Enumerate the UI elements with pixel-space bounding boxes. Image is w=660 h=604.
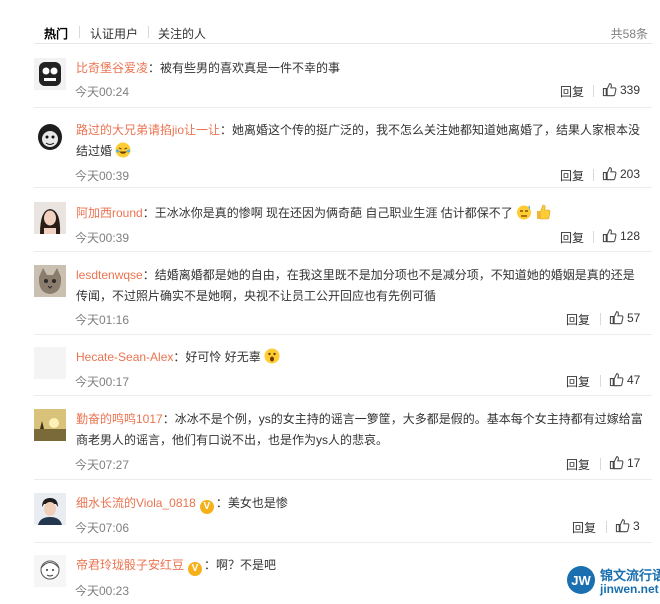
like-button[interactable]: 339 [602, 82, 640, 97]
comment-time: 今天00:24 [75, 85, 130, 99]
like-count: 128 [620, 229, 641, 243]
thumbs-up-icon [602, 83, 617, 97]
like-count: 57 [627, 311, 641, 325]
comment-text: 被有些男的喜欢真是一件不幸的事 [160, 61, 341, 75]
comment-item: 阿加西round：王冰冰你是真的惨啊 现在还因为俩奇葩 自己职业生涯 估计都保不… [34, 196, 652, 252]
comment-time: 今天07:27 [75, 458, 130, 472]
like-count: 3 [633, 519, 640, 533]
comment-text: 美女也是惨 [227, 496, 288, 510]
like-button[interactable]: 57 [609, 310, 640, 325]
like-count: 47 [627, 373, 641, 387]
thumbs-up-icon [602, 167, 617, 181]
comment-time: 今天00:39 [75, 231, 130, 245]
like-button[interactable]: 47 [609, 372, 640, 387]
cat-avatar[interactable] [34, 265, 66, 297]
comment-time: 今天00:23 [75, 584, 130, 598]
comment-username[interactable]: lesdtenwqse [76, 268, 143, 282]
reply-button[interactable]: 回复 [560, 229, 584, 246]
sketch-avatar[interactable] [34, 555, 66, 587]
reply-button[interactable]: 回复 [566, 311, 590, 328]
cartoon-avatar[interactable] [34, 58, 66, 90]
comment-item: 路过的大兄弟请掐jio让一让：她离婚这个传的挺广泛的，我不怎么关注她都知道她离婚… [34, 115, 652, 188]
comment-item: 勤奋的鸣鸣1017：冰冰不是个例，ys的女主持的谣言一箩筐，大多都是假的。基本每… [34, 403, 652, 480]
comment-text: 好可怜 好无辜 [185, 350, 261, 364]
comment-text: 传闻，不过照片确实不是她啊，央视不让员工公开回应也有先例可循 [76, 289, 437, 303]
blank-avatar[interactable] [34, 347, 66, 379]
tab-divider [148, 26, 149, 38]
comment-item: lesdtenwqse：结婚离婚都是她的自由，在我这里既不是加分项也不是减分项，… [34, 259, 652, 335]
tab-hot[interactable]: 热门 [44, 25, 68, 42]
reply-button[interactable]: 回复 [560, 83, 584, 100]
comment-username[interactable]: 路过的大兄弟请掐jio让一让 [76, 123, 220, 137]
watermark-url: jinwen.net [600, 582, 659, 596]
sweat-emoji [517, 205, 532, 220]
comment-text: 冰冰不是个例，ys的女主持的谣言一箩筐，大多都是假的。基本每个女主持都有过嫁给富 [174, 412, 643, 426]
site-watermark: JW 锦文流行语 jinwen.net [566, 558, 660, 604]
comment-username[interactable]: 细水长流的Viola_0818 [76, 496, 196, 510]
thumbs-up-emoji [537, 204, 551, 220]
thumbs-up-icon [609, 456, 624, 470]
comment-text: 啊？不是吧 [216, 558, 277, 572]
comment-username[interactable]: 勤奋的鸣鸣1017 [76, 412, 163, 426]
action-divider [593, 169, 594, 181]
tab-verified-users[interactable]: 认证用户 [90, 25, 138, 42]
man-avatar[interactable] [34, 493, 66, 525]
like-count: 339 [620, 83, 641, 97]
comment-tabs: 热门 认证用户 关注的人 共58条 [34, 0, 652, 44]
thumbs-up-icon [602, 229, 617, 243]
tab-following[interactable]: 关注的人 [158, 25, 206, 42]
like-button[interactable]: 128 [602, 228, 640, 243]
comment-time: 今天00:39 [75, 169, 130, 183]
comment-time: 今天01:16 [75, 313, 130, 327]
action-divider [600, 458, 601, 470]
comment-username[interactable]: Hecate-Sean-Alex [76, 350, 173, 364]
like-button[interactable]: 203 [602, 166, 640, 181]
reply-button[interactable]: 回复 [572, 519, 596, 536]
comment-text: 王冰冰你是真的惨啊 现在还因为俩奇葩 自己职业生涯 估计都保不了 [154, 206, 513, 220]
svg-text:JW: JW [571, 573, 591, 588]
comment-time: 今天07:06 [75, 521, 130, 535]
girl-avatar[interactable] [34, 202, 66, 234]
jinwen-logo: JW [567, 566, 595, 594]
comment-count: 共58条 [610, 27, 648, 41]
thumbs-up-icon [615, 519, 630, 533]
action-divider [593, 85, 594, 97]
comment-text: 结过婚 [76, 144, 113, 158]
comment-username[interactable]: 阿加西round [76, 206, 143, 220]
laugh-cry-emoji [115, 142, 131, 158]
meme-avatar[interactable] [34, 120, 66, 152]
like-count: 17 [627, 456, 641, 470]
comment-username[interactable]: 帝君玲珑骰子安红豆 [76, 558, 184, 572]
comment-item: 细水长流的Viola_0818 V ：美女也是惨 今天07:06 回复 3 [34, 487, 652, 543]
comment-text: 她离婚这个传的挺广泛的，我不怎么关注她都知道她离婚了，结果人家根本没 [232, 123, 641, 137]
comment-item: 帝君玲珑骰子安红豆 V ：啊？不是吧 今天00:23 [34, 549, 652, 604]
surprised-emoji [264, 348, 280, 364]
comment-text: 商老男人的谣言，他们有口说不出，也是作为ys人的悲哀。 [76, 433, 389, 447]
verified-icon: V [188, 562, 203, 576]
action-divider [606, 521, 607, 533]
comment-time: 今天00:17 [75, 375, 130, 389]
verified-icon: V [199, 500, 214, 514]
comment-username[interactable]: 比奇堡谷爱凌 [76, 61, 148, 75]
reply-button[interactable]: 回复 [566, 456, 590, 473]
reply-button[interactable]: 回复 [566, 373, 590, 390]
like-count: 203 [620, 167, 641, 181]
reply-button[interactable]: 回复 [560, 167, 584, 184]
sunset-avatar[interactable] [34, 409, 66, 441]
action-divider [600, 375, 601, 387]
comment-item: Hecate-Sean-Alex：好可怜 好无辜 今天00:17 回复 47 [34, 342, 652, 396]
like-button[interactable]: 3 [615, 518, 640, 533]
thumbs-up-icon [609, 373, 624, 387]
like-button[interactable]: 17 [609, 455, 640, 470]
comment-item: 比奇堡谷爱凌：被有些男的喜欢真是一件不幸的事 今天00:24 回复 339 [34, 54, 652, 108]
action-divider [593, 231, 594, 243]
thumbs-up-icon [609, 311, 624, 325]
action-divider [600, 313, 601, 325]
comment-text: 结婚离婚都是她的自由，在我这里既不是加分项也不是减分项，不知道她的婚姻是真的还是 [154, 268, 635, 282]
tab-divider [79, 26, 80, 38]
